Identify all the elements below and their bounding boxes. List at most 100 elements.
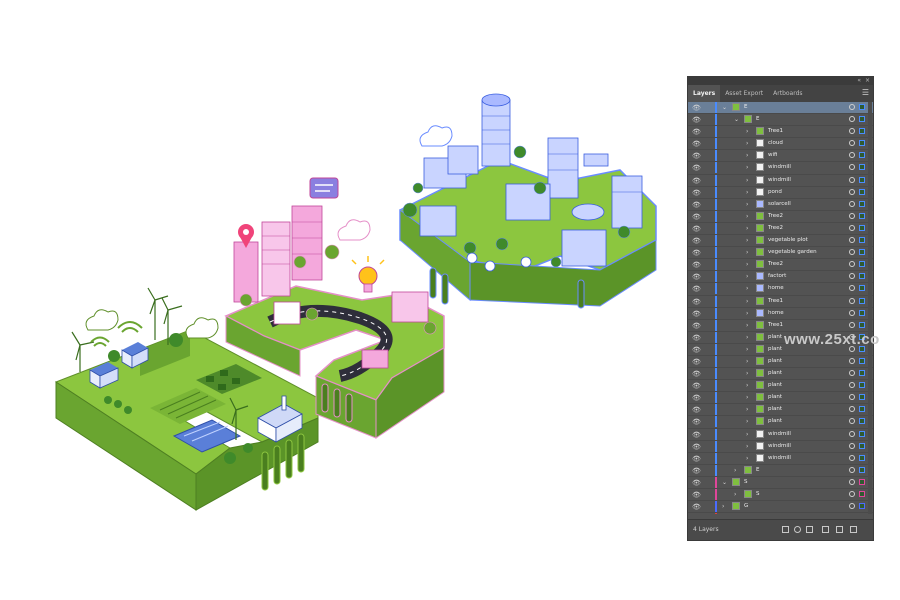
layer-row[interactable]: 👁 › solarcell (688, 198, 873, 211)
layer-row[interactable]: 👁 › S (688, 489, 873, 502)
layer-row[interactable]: 👁 ⌄ E (688, 114, 873, 127)
layer-name[interactable]: Tree1 (768, 126, 783, 137)
selection-square-icon[interactable] (859, 116, 865, 123)
visibility-eye-icon[interactable]: 👁 (692, 188, 701, 198)
layer-name[interactable]: Tree2 (768, 211, 783, 222)
chevron-right-icon[interactable]: › (746, 259, 748, 270)
layer-row[interactable]: 👁 › Tree1 (688, 126, 873, 139)
selection-square-icon[interactable] (859, 249, 865, 256)
visibility-eye-icon[interactable]: 👁 (692, 163, 701, 173)
chevron-right-icon[interactable]: › (734, 465, 736, 476)
visibility-eye-icon[interactable]: 👁 (692, 430, 701, 440)
target-circle-icon[interactable] (849, 176, 855, 183)
layer-name[interactable]: windmill (768, 162, 791, 173)
target-circle-icon[interactable] (849, 478, 855, 485)
layer-row[interactable]: 👁 ⌄ S (688, 476, 873, 489)
locate-object-icon[interactable] (794, 526, 801, 533)
target-circle-icon[interactable] (849, 116, 855, 123)
target-circle-icon[interactable] (849, 104, 855, 110)
target-circle-icon[interactable] (849, 309, 855, 316)
layer-row[interactable]: 👁 › windmill (688, 174, 873, 187)
layer-row[interactable]: 👁 › Tree1 (688, 295, 873, 308)
chevron-right-icon[interactable]: › (746, 392, 748, 403)
chevron-down-icon[interactable]: ⌄ (734, 114, 739, 125)
layer-name[interactable]: E (756, 465, 759, 476)
layer-name[interactable]: Tree2 (768, 259, 783, 270)
visibility-eye-icon[interactable]: 👁 (692, 297, 701, 307)
selection-square-icon[interactable] (859, 418, 865, 425)
chevron-right-icon[interactable]: › (746, 308, 748, 319)
collapse-panel-icon[interactable]: « (857, 77, 861, 85)
selection-square-icon[interactable] (859, 442, 865, 449)
target-circle-icon[interactable] (849, 237, 855, 244)
layer-row[interactable]: 👁 › home (688, 283, 873, 296)
selection-square-icon[interactable] (859, 503, 865, 510)
selection-square-icon[interactable] (859, 164, 865, 171)
selection-square-icon[interactable] (859, 152, 865, 159)
hamburger-menu-icon[interactable]: ☰ (862, 89, 869, 97)
selection-square-icon[interactable] (859, 128, 865, 135)
layer-row[interactable]: 👁 › Tree2 (688, 222, 873, 236)
layer-name[interactable]: wifi (768, 150, 778, 161)
layer-name[interactable]: plant (768, 368, 782, 379)
target-circle-icon[interactable] (849, 466, 855, 473)
visibility-eye-icon[interactable]: 👁 (692, 333, 701, 343)
selection-square-icon[interactable] (859, 430, 865, 437)
target-circle-icon[interactable] (849, 285, 855, 292)
delete-layer-icon[interactable] (850, 526, 857, 533)
visibility-eye-icon[interactable]: 👁 (692, 212, 701, 222)
selection-square-icon[interactable] (859, 212, 865, 219)
chevron-right-icon[interactable]: › (746, 235, 748, 246)
target-circle-icon[interactable] (849, 357, 855, 364)
visibility-eye-icon[interactable]: 👁 (692, 321, 701, 331)
layer-row[interactable]: 👁 › vegetable garden (688, 247, 873, 260)
target-circle-icon[interactable] (849, 430, 855, 437)
layer-name[interactable]: windmill (768, 453, 791, 464)
chevron-right-icon[interactable]: › (746, 344, 748, 355)
target-circle-icon[interactable] (849, 394, 855, 401)
target-circle-icon[interactable] (849, 200, 855, 207)
layer-name[interactable]: G (744, 501, 748, 512)
visibility-eye-icon[interactable]: 👁 (692, 127, 701, 137)
selection-square-icon[interactable] (859, 454, 865, 461)
chevron-down-icon[interactable]: ⌄ (722, 477, 727, 488)
chevron-right-icon[interactable]: › (746, 162, 748, 173)
selection-square-icon[interactable] (859, 297, 865, 304)
selection-square-icon[interactable] (859, 188, 865, 195)
layer-row[interactable]: 👁 › plant (688, 404, 873, 417)
target-circle-icon[interactable] (849, 321, 855, 328)
layer-row[interactable]: 👁 › plant (688, 416, 873, 429)
selection-square-icon[interactable] (859, 309, 865, 316)
chevron-right-icon[interactable]: › (746, 441, 748, 452)
target-circle-icon[interactable] (849, 261, 855, 268)
visibility-eye-icon[interactable]: 👁 (692, 236, 701, 246)
visibility-eye-icon[interactable]: 👁 (692, 417, 701, 427)
target-circle-icon[interactable] (849, 152, 855, 159)
visibility-eye-icon[interactable]: 👁 (692, 248, 701, 258)
chevron-right-icon[interactable]: › (746, 223, 748, 234)
target-circle-icon[interactable] (849, 224, 855, 231)
chevron-right-icon[interactable]: › (746, 296, 748, 307)
selection-square-icon[interactable] (859, 200, 865, 207)
target-circle-icon[interactable] (849, 442, 855, 449)
visibility-eye-icon[interactable]: 👁 (692, 442, 701, 452)
chevron-right-icon[interactable]: › (746, 416, 748, 427)
visibility-eye-icon[interactable]: 👁 (692, 381, 701, 391)
target-circle-icon[interactable] (849, 418, 855, 425)
visibility-eye-icon[interactable]: 👁 (692, 405, 701, 415)
layer-name[interactable]: home (768, 283, 784, 294)
layer-row[interactable]: 👁 › wifi (688, 150, 873, 163)
close-panel-icon[interactable]: × (865, 77, 870, 85)
layer-name[interactable]: pond (768, 187, 782, 198)
layer-row[interactable]: 👁 › windmill (688, 440, 873, 453)
layer-row[interactable]: 👁 › cloud (688, 138, 873, 151)
chevron-down-icon[interactable]: ⌄ (722, 102, 727, 113)
selection-square-icon[interactable] (859, 394, 865, 401)
panel-title-bar[interactable]: « × (688, 77, 873, 85)
chevron-right-icon[interactable]: › (746, 199, 748, 210)
layer-name[interactable]: plant (768, 380, 782, 391)
layer-name[interactable]: BG (744, 513, 752, 514)
layer-name[interactable]: plant (768, 344, 782, 355)
visibility-eye-icon[interactable]: 👁 (692, 103, 701, 113)
selection-square-icon[interactable] (859, 370, 865, 377)
